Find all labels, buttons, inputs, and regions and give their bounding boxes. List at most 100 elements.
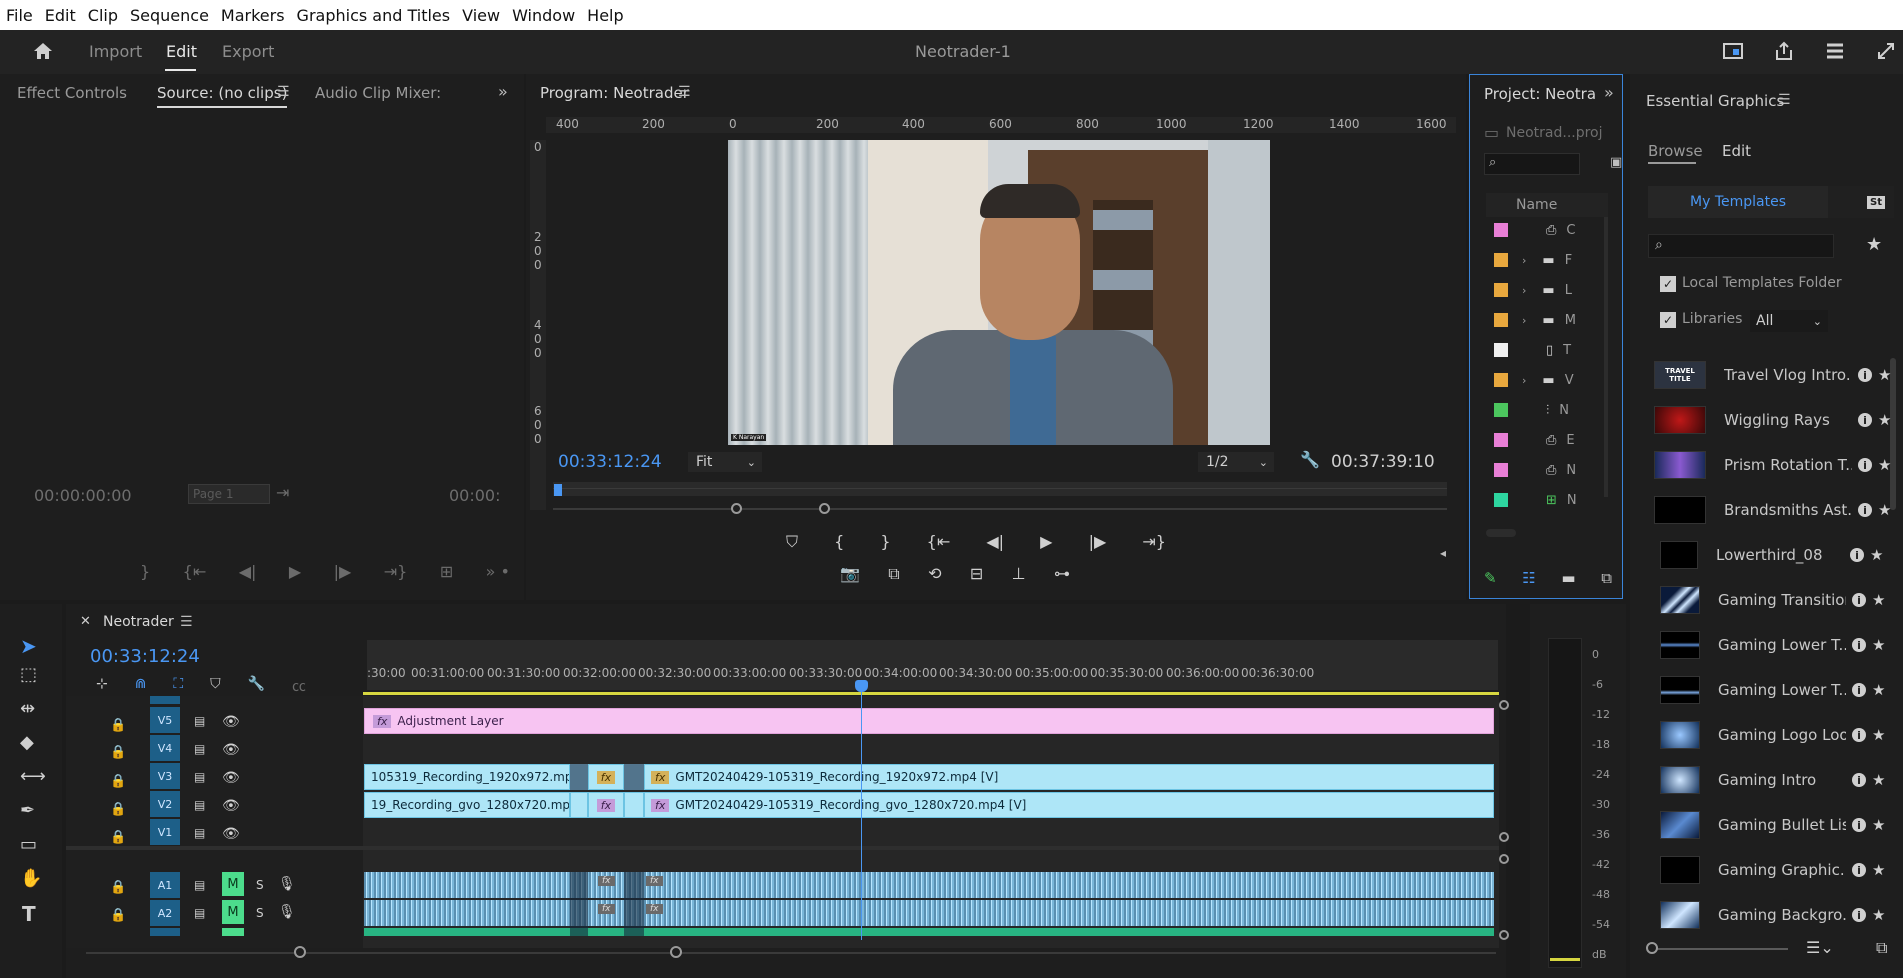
wrench-icon[interactable]: 🔧 <box>1300 450 1320 469</box>
template-item[interactable]: Prism Rotation T... i ★ <box>1652 447 1892 483</box>
eg-menu-icon[interactable]: ☰ <box>1778 92 1791 108</box>
video-clip[interactable]: fx GMT20240429-105319_Recording_gvo_1280x… <box>644 792 1494 818</box>
solo-button[interactable]: S <box>256 878 264 892</box>
libraries-checkbox[interactable]: ✓ <box>1660 312 1676 328</box>
menu-graphics[interactable]: Graphics and Titles <box>297 6 451 25</box>
extract-icon[interactable]: ⟲ <box>928 564 941 584</box>
nav-import[interactable]: Import <box>89 42 142 61</box>
libraries-select[interactable]: All ⌄ <box>1750 310 1828 332</box>
menu-sequence[interactable]: Sequence <box>130 6 209 25</box>
tab-edit[interactable]: Edit <box>1722 142 1751 160</box>
lock-icon[interactable]: 🔒 <box>110 880 126 895</box>
button-editor-icon[interactable]: ◂ <box>1440 546 1446 560</box>
audio-clip-a3[interactable] <box>364 928 1494 936</box>
program-zoom-bar[interactable] <box>553 508 1447 510</box>
track-label-v4[interactable]: V4 <box>150 735 180 761</box>
program-playhead[interactable] <box>554 484 562 496</box>
go-to-in-icon[interactable]: {⇤ <box>927 532 951 552</box>
workspaces-icon[interactable] <box>1722 40 1744 66</box>
thumb-size-slider[interactable] <box>1648 948 1788 950</box>
project-title[interactable]: Project: Neotra <box>1484 85 1596 103</box>
mark-out-icon[interactable]: } <box>880 532 890 552</box>
razor-tool-icon[interactable]: ◆ <box>20 732 34 753</box>
eg-search-input[interactable]: ⌕ <box>1648 234 1834 258</box>
track-label-v1[interactable]: V1 <box>150 819 180 845</box>
column-name[interactable]: Name <box>1516 197 1557 213</box>
track-label-v2[interactable]: V2 <box>150 791 180 817</box>
v-zoom-handle[interactable] <box>1499 700 1509 710</box>
share-icon[interactable] <box>1773 40 1795 66</box>
mute-button-a3[interactable] <box>222 928 244 936</box>
tab-source[interactable]: Source: (no clips) <box>157 84 287 102</box>
mute-button[interactable]: M <box>222 900 244 924</box>
info-icon[interactable]: i <box>1852 728 1866 742</box>
hand-tool-icon[interactable]: ✋ <box>20 868 42 889</box>
star-icon[interactable]: ★ <box>1878 411 1891 429</box>
overwrite-icon[interactable]: ⊶ <box>1054 564 1070 584</box>
quick-export-icon[interactable] <box>1824 40 1846 66</box>
snap-icon[interactable]: ⋒ <box>135 676 147 696</box>
template-item[interactable]: Gaming Intro i ★ <box>1652 762 1892 798</box>
star-icon[interactable]: ★ <box>1872 636 1885 654</box>
program-menu-icon[interactable]: ☰ <box>678 84 691 100</box>
menu-clip[interactable]: Clip <box>88 6 118 25</box>
freeform-view-icon[interactable]: ⧉ <box>1601 569 1612 587</box>
chevron-right-icon[interactable]: › <box>1522 374 1526 387</box>
mark-in-icon[interactable]: { <box>834 532 844 552</box>
star-icon[interactable]: ★ <box>1872 906 1885 924</box>
adjustment-layer-clip[interactable]: fx Adjustment Layer <box>364 708 1494 734</box>
star-icon[interactable]: ★ <box>1878 366 1891 384</box>
project-row[interactable]: › ▬ V <box>1486 368 1608 392</box>
lock-icon[interactable]: 🔒 <box>110 718 126 733</box>
project-row[interactable]: › ▬ M <box>1486 308 1608 332</box>
eg-title[interactable]: Essential Graphics <box>1646 92 1784 110</box>
adobe-stock-button[interactable]: St <box>1828 186 1894 218</box>
program-mini-timeline[interactable] <box>553 482 1447 496</box>
eye-icon[interactable]: 👁 <box>222 770 240 786</box>
info-icon[interactable]: i <box>1852 863 1866 877</box>
template-item[interactable]: Gaming Backgro... i ★ <box>1652 897 1892 933</box>
microphone-icon[interactable]: 🎙 <box>278 876 296 892</box>
fullscreen-icon[interactable] <box>1875 40 1897 66</box>
project-search-input[interactable]: ⌕ <box>1484 153 1580 175</box>
info-icon[interactable]: i <box>1850 548 1864 562</box>
timeline-zoom-handle-left[interactable] <box>294 946 306 958</box>
lift-icon[interactable]: ⧉ <box>888 564 899 584</box>
lock-icon[interactable]: 🔒 <box>110 830 126 845</box>
film-icon[interactable]: ▤ <box>194 826 205 840</box>
a-zoom-handle[interactable] <box>1499 854 1509 864</box>
pencil-icon[interactable]: ✎ <box>1484 569 1497 587</box>
star-icon[interactable]: ★ <box>1872 591 1885 609</box>
captions-icon[interactable]: ㏄ <box>292 676 306 696</box>
timeline-timecode[interactable]: 00:33:12:24 <box>90 646 200 667</box>
info-icon[interactable]: i <box>1852 683 1866 697</box>
track-target-v6[interactable] <box>150 696 180 704</box>
nav-export[interactable]: Export <box>222 42 274 61</box>
film-icon[interactable]: ▤ <box>194 770 205 784</box>
eye-icon[interactable]: 👁 <box>222 714 240 730</box>
info-icon[interactable]: i <box>1858 413 1872 427</box>
lock-icon[interactable]: 🔒 <box>110 745 126 760</box>
play-icon[interactable]: ▶ <box>1040 532 1052 552</box>
track-label-v3[interactable]: V3 <box>150 763 180 789</box>
sort-icon[interactable]: ☰⌄ <box>1806 938 1834 957</box>
trim-icon[interactable]: ⊟ <box>970 564 983 584</box>
track-label-a2[interactable]: A2 <box>150 900 180 926</box>
list-view-icon[interactable]: ☷ <box>1522 569 1535 587</box>
program-timecode-current[interactable]: 00:33:12:24 <box>558 452 662 472</box>
pen-tool-icon[interactable]: ✒ <box>20 800 35 821</box>
info-icon[interactable]: i <box>1852 773 1866 787</box>
film-icon[interactable]: ▤ <box>194 742 205 756</box>
lock-icon[interactable]: 🔒 <box>110 802 126 817</box>
template-item[interactable]: Gaming Logo Loop i ★ <box>1652 717 1892 753</box>
chevron-right-icon[interactable]: › <box>1522 254 1526 267</box>
timeline-menu-icon[interactable]: ☰ <box>180 614 193 630</box>
template-item[interactable]: Lowerthird_08 i ★ <box>1652 537 1892 573</box>
project-row[interactable]: ⫶ N <box>1486 398 1608 422</box>
chevron-right-icon[interactable]: › <box>1522 284 1526 297</box>
menu-edit[interactable]: Edit <box>45 6 76 25</box>
menu-window[interactable]: Window <box>512 6 575 25</box>
microphone-icon[interactable]: 🎙 <box>278 904 296 920</box>
menu-markers[interactable]: Markers <box>221 6 285 25</box>
star-icon[interactable]: ★ <box>1870 546 1883 564</box>
